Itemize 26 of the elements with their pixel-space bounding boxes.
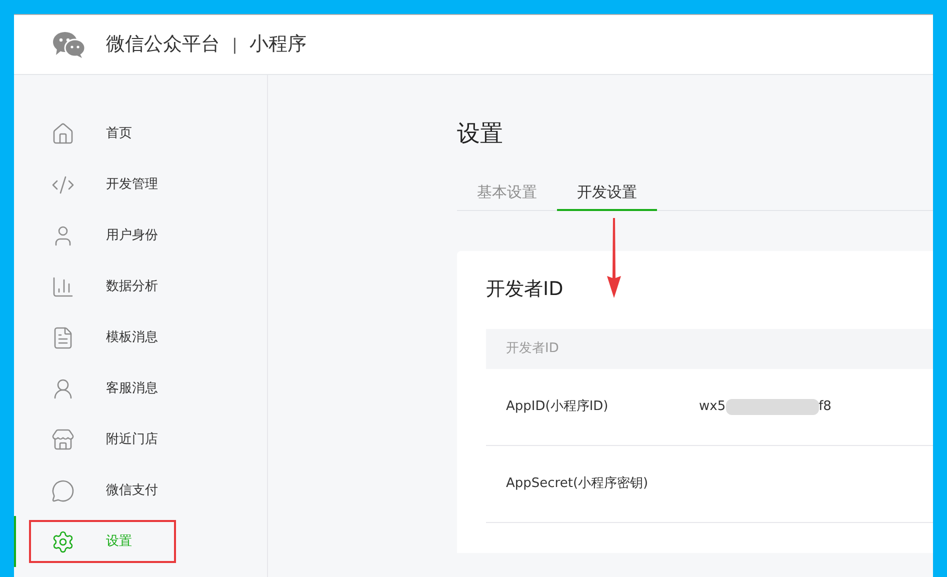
settings-icon <box>51 530 75 554</box>
page-title: 设置 <box>457 120 504 149</box>
sidebar-item[interactable]: 首页 <box>14 108 267 159</box>
highlight-box: 设置 <box>29 520 176 563</box>
chat-bubbles-icon <box>52 30 86 58</box>
field-value: f8 <box>818 398 832 416</box>
sidebar-item[interactable]: 微信支付 <box>14 465 267 516</box>
field-label: AppID(小程序ID) <box>506 398 610 416</box>
sidebar-item[interactable]: 模板消息 <box>14 312 267 363</box>
home-icon <box>51 122 75 146</box>
sidebar-item[interactable]: 用户身份 <box>14 210 267 261</box>
card-title: 开发者ID <box>486 277 564 302</box>
chat-bubble-icon <box>51 478 75 502</box>
tab[interactable]: 开发设置 <box>557 175 657 211</box>
bar-chart-icon <box>51 274 75 298</box>
field-value: wx5 <box>699 398 726 416</box>
platform-title: 微信公众平台 <box>106 32 220 58</box>
sidebar-item[interactable]: 开发管理 <box>14 159 267 210</box>
field-label: AppSecret(小程序密钥) <box>506 474 650 493</box>
title-separator: | <box>232 34 238 56</box>
sidebar-item[interactable]: 客服消息 <box>14 363 267 414</box>
store-icon <box>51 428 75 452</box>
platform-subtitle: 小程序 <box>249 32 306 58</box>
column-header: 开发者ID <box>506 340 559 358</box>
sidebar-item[interactable]: 数据分析 <box>14 261 267 312</box>
sidebar-item[interactable]: 附近门店 <box>14 414 267 465</box>
